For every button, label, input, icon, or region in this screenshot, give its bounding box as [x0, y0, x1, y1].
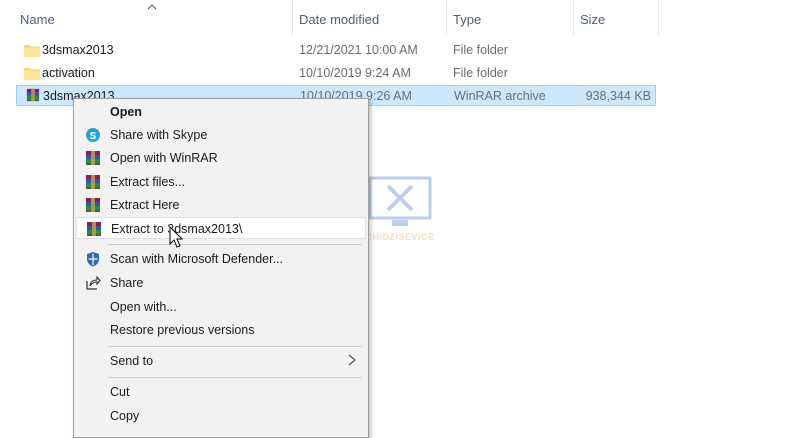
file-type: File folder	[453, 66, 508, 80]
menu-item-label: Extract files...	[110, 175, 186, 189]
winrar-icon	[86, 151, 100, 165]
file-date: 12/21/2021 10:00 AM	[299, 43, 418, 57]
column-divider[interactable]	[658, 0, 659, 36]
menu-item-label: Open	[110, 105, 142, 119]
menu-item-share[interactable]: Share	[76, 272, 366, 294]
file-name: 3dsmax2013	[42, 43, 114, 57]
menu-item-extract-here[interactable]: Extract Here	[76, 194, 366, 216]
menu-item-label: Share with Skype	[110, 128, 208, 142]
column-divider[interactable]	[573, 0, 574, 36]
menu-item-label: Copy	[110, 409, 140, 423]
folder-icon	[24, 68, 40, 80]
menu-item-cut[interactable]: Cut	[76, 381, 366, 403]
winrar-icon	[86, 198, 100, 212]
menu-separator	[108, 244, 362, 245]
menu-item-label: Cut	[110, 385, 130, 399]
column-divider[interactable]	[292, 0, 293, 36]
winrar-icon	[87, 222, 101, 236]
chevron-right-icon	[348, 354, 356, 366]
file-size: 938,344 KB	[585, 89, 651, 103]
menu-item-label: Open with WinRAR	[110, 151, 218, 165]
sort-ascending-icon[interactable]	[147, 4, 157, 10]
menu-item-extract-to[interactable]: Extract to 3dsmax2013\	[76, 217, 366, 239]
file-type: WinRAR archive	[454, 89, 546, 103]
menu-item-open[interactable]: Open	[76, 101, 366, 123]
defender-shield-icon	[87, 252, 99, 267]
skype-icon: S	[86, 128, 100, 142]
column-size[interactable]: Size	[580, 12, 605, 27]
file-type: File folder	[453, 43, 508, 57]
svg-text:S: S	[89, 131, 96, 142]
winrar-icon	[86, 175, 100, 189]
winrar-icon	[26, 88, 40, 102]
menu-item-label: Share	[110, 276, 144, 290]
menu-item-label: Scan with Microsoft Defender...	[110, 252, 283, 266]
menu-item-restore-versions[interactable]: Restore previous versions	[76, 319, 366, 341]
file-row-activation-folder[interactable]: activation 10/10/2019 9:24 AM File folde…	[16, 63, 656, 84]
menu-item-scan-defender[interactable]: Scan with Microsoft Defender...	[76, 248, 366, 270]
menu-item-copy[interactable]: Copy	[76, 405, 366, 427]
menu-item-label: Open with...	[110, 300, 177, 314]
menu-item-label: Extract Here	[110, 198, 180, 212]
tools-logo-icon	[368, 176, 432, 226]
menu-item-open-with[interactable]: Open with...	[76, 296, 366, 318]
menu-item-send-to[interactable]: Send to	[76, 350, 366, 372]
menu-item-label: Restore previous versions	[110, 323, 255, 337]
share-icon	[86, 275, 101, 290]
column-type[interactable]: Type	[453, 12, 481, 27]
file-name: activation	[42, 66, 95, 80]
column-divider[interactable]	[446, 0, 447, 36]
menu-item-open-winrar[interactable]: Open with WinRAR	[76, 147, 366, 169]
file-row-3dsmax2013-folder[interactable]: 3dsmax2013 12/21/2021 10:00 AM File fold…	[16, 40, 656, 61]
menu-item-label: Send to	[110, 354, 154, 368]
menu-separator	[108, 346, 362, 347]
menu-item-extract-files[interactable]: Extract files...	[76, 171, 366, 193]
menu-separator	[108, 377, 362, 378]
file-date: 10/10/2019 9:24 AM	[299, 66, 411, 80]
column-date-modified[interactable]: Date modified	[299, 12, 379, 27]
column-name[interactable]: Name	[20, 12, 55, 27]
folder-icon	[24, 45, 40, 57]
context-menu: Open S Share with Skype Open with WinRAR…	[73, 98, 369, 438]
column-header: Name Date modified Type Size	[0, 0, 800, 38]
mouse-cursor-icon	[169, 226, 184, 248]
menu-item-share-skype[interactable]: S Share with Skype	[76, 124, 366, 146]
